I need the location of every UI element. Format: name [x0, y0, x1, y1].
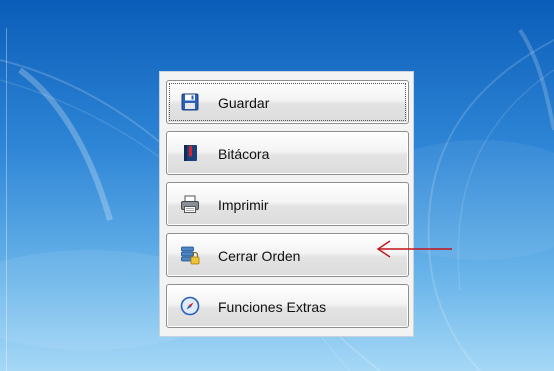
database-lock-icon	[180, 245, 200, 265]
guardar-button[interactable]: Guardar	[166, 80, 409, 124]
imprimir-label: Imprimir	[218, 197, 269, 213]
compass-icon	[180, 296, 200, 316]
cerrar-orden-button[interactable]: Cerrar Orden	[166, 233, 409, 277]
window-edge	[6, 28, 7, 371]
bitacora-button[interactable]: Bitácora	[166, 131, 409, 175]
floppy-disk-icon	[180, 92, 200, 112]
funciones-extras-button[interactable]: Funciones Extras	[166, 284, 409, 328]
funciones-extras-label: Funciones Extras	[218, 299, 327, 315]
guardar-label: Guardar	[218, 95, 270, 111]
logbook-icon	[180, 143, 200, 163]
annotation-arrow	[376, 240, 452, 258]
actions-menu-panel: Guardar Bitácora Imprimir Cerrar Orden F…	[159, 71, 414, 337]
bitacora-label: Bitácora	[218, 146, 270, 162]
cerrar-orden-label: Cerrar Orden	[218, 248, 301, 264]
printer-icon	[180, 194, 200, 214]
imprimir-button[interactable]: Imprimir	[166, 182, 409, 226]
